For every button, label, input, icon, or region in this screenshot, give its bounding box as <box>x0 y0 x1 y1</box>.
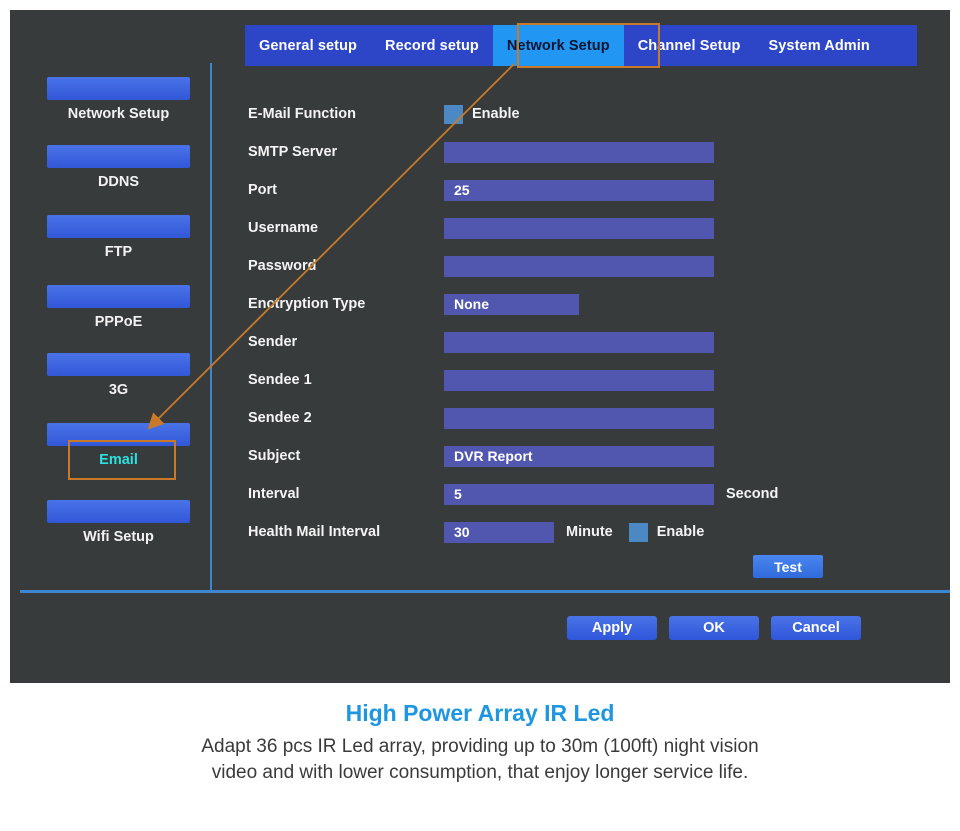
field-label: SMTP Server <box>248 144 338 160</box>
field-label: Subject <box>248 448 301 464</box>
form-row: SMTP Server <box>248 133 928 171</box>
field-unit-label: Minute <box>566 524 613 540</box>
sidebar-item-label: PPPoE <box>94 314 143 330</box>
form-row: Sender <box>248 323 928 361</box>
caption-line-1: Adapt 36 pcs IR Led array, providing up … <box>201 736 759 757</box>
health-mail-enable-checkbox[interactable] <box>628 522 648 542</box>
sidebar-item-bar[interactable] <box>47 77 190 100</box>
tab-general-setup[interactable]: General setup <box>245 25 371 66</box>
sidebar-item-bar[interactable] <box>47 145 190 168</box>
sidebar-item-label: Network Setup <box>67 106 170 122</box>
email-settings-form: E-Mail Function Enable SMTP Server Port 25 Us… <box>248 95 928 585</box>
sidebar: Network Setup DDNS FTP PPPoE 3G Email Wifi Set… <box>10 55 200 590</box>
form-row: Subject DVR Report <box>248 437 928 475</box>
field-input[interactable]: 25 <box>444 179 714 201</box>
form-row: Interval 5 Second <box>248 475 928 513</box>
field-input[interactable] <box>444 141 714 163</box>
sidebar-item-ddns[interactable]: DDNS <box>47 145 190 190</box>
sidebar-item-pppoe[interactable]: PPPoE <box>47 285 190 330</box>
sidebar-item-label: Email <box>99 452 138 468</box>
sidebar-item-label: Wifi Setup <box>83 529 154 545</box>
sidebar-item-label: DDNS <box>97 174 140 190</box>
field-label: E-Mail Function <box>248 106 356 122</box>
field-label: Enctryption Type <box>248 296 366 312</box>
sidebar-item-bar[interactable] <box>47 353 190 376</box>
field-input[interactable] <box>444 331 714 353</box>
caption-line-2: video and with lower consumption, that e… <box>211 762 749 783</box>
form-row: Port 25 <box>248 171 928 209</box>
field-input[interactable] <box>444 255 714 277</box>
sidebar-item-label: 3G <box>108 382 129 398</box>
field-label: Sendee 2 <box>248 410 312 426</box>
field-label: Health Mail Interval <box>248 524 381 540</box>
field-unit-label: Second <box>726 486 779 502</box>
email-function-checkbox[interactable] <box>444 104 463 124</box>
field-label: Sender <box>248 334 298 350</box>
form-row: Password <box>248 247 928 285</box>
field-input[interactable]: 5 <box>444 483 714 505</box>
dvr-settings-panel: General setup Record setup Network Setup Ch… <box>10 10 950 683</box>
field-label: Password <box>248 258 317 274</box>
form-row: E-Mail Function Enable <box>248 95 928 133</box>
vertical-divider <box>210 63 212 590</box>
form-row: Username <box>248 209 928 247</box>
field-input[interactable]: DVR Report <box>444 445 714 467</box>
form-row: Sendee 2 <box>248 399 928 437</box>
field-input[interactable] <box>444 217 714 239</box>
form-row: Enctryption Type None <box>248 285 928 323</box>
tab-record-setup[interactable]: Record setup <box>371 25 493 66</box>
horizontal-divider <box>20 590 950 593</box>
field-label: Username <box>248 220 319 236</box>
checkbox-label: Enable <box>472 106 520 122</box>
cancel-button[interactable]: Cancel <box>771 616 861 640</box>
sidebar-item-bar[interactable] <box>47 285 190 308</box>
field-label: Sendee 1 <box>248 372 312 388</box>
field-input[interactable]: 30 <box>444 521 554 543</box>
tab-channel-setup[interactable]: Channel Setup <box>624 25 755 66</box>
test-row: Test <box>248 551 928 585</box>
field-input[interactable] <box>444 407 714 429</box>
field-label: Port <box>248 182 277 198</box>
footer-button-bar: Apply OK Cancel <box>10 608 950 648</box>
caption-block: High Power Array IR Led Adapt 36 pcs IR … <box>0 700 960 786</box>
tab-bar: General setup Record setup Network Setup Ch… <box>245 25 917 66</box>
sidebar-item-email[interactable]: Email <box>47 423 190 468</box>
form-row: Sendee 1 <box>248 361 928 399</box>
sidebar-item-network-setup[interactable]: Network Setup <box>47 77 190 122</box>
sidebar-item-ftp[interactable]: FTP <box>47 215 190 260</box>
sidebar-item-3g[interactable]: 3G <box>47 353 190 398</box>
sidebar-item-bar[interactable] <box>47 500 190 523</box>
tab-network-setup[interactable]: Network Setup <box>492 25 624 66</box>
sidebar-item-label: FTP <box>104 244 133 260</box>
encryption-type-select[interactable]: None <box>444 293 579 315</box>
apply-button[interactable]: Apply <box>567 616 657 640</box>
sidebar-item-wifi-setup[interactable]: Wifi Setup <box>47 500 190 545</box>
field-label: Interval <box>248 486 300 502</box>
ok-button[interactable]: OK <box>669 616 759 640</box>
tab-system-admin[interactable]: System Admin <box>755 25 884 66</box>
health-mail-enable-label: Enable <box>656 524 705 540</box>
sidebar-item-bar[interactable] <box>47 423 190 446</box>
caption-title: High Power Array IR Led <box>345 700 615 726</box>
form-row: Health Mail Interval 30 Minute Enable <box>248 513 928 551</box>
field-input[interactable] <box>444 369 714 391</box>
sidebar-item-bar[interactable] <box>47 215 190 238</box>
test-button[interactable]: Test <box>753 555 823 578</box>
